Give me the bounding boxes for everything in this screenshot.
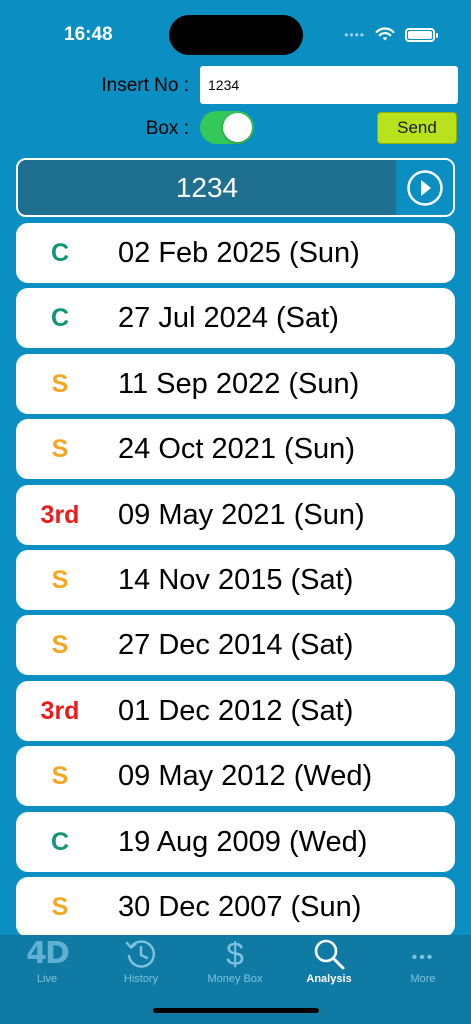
draw-date: 30 Dec 2007 (Sun)	[118, 890, 362, 923]
tab-label: History	[123, 973, 159, 985]
play-arrow-button[interactable]	[396, 160, 453, 215]
prize-code: S	[51, 631, 69, 660]
draw-date: 19 Aug 2009 (Wed)	[118, 825, 368, 858]
insert-label: Insert No :	[101, 75, 189, 96]
tab-money-box[interactable]: $ Money Box	[188, 935, 282, 995]
box-label: Box :	[145, 118, 189, 139]
status-bar: 16:48 ••••	[0, 0, 471, 64]
box-row: Box : Send	[0, 110, 471, 146]
tab-more[interactable]: ••• More	[376, 935, 470, 995]
draw-date: 14 Nov 2015 (Sat)	[118, 563, 354, 596]
toggle-knob	[223, 113, 252, 142]
list-item[interactable]: S 14 Nov 2015 (Sat)	[16, 549, 455, 610]
list-item[interactable]: C 19 Aug 2009 (Wed)	[16, 811, 455, 872]
insert-row: Insert No :	[0, 66, 471, 104]
prize-code: S	[51, 435, 69, 464]
prize-code: S	[51, 369, 69, 398]
box-toggle[interactable]	[200, 111, 254, 144]
magnifier-icon	[314, 939, 345, 970]
prize-code: S	[51, 892, 69, 921]
tab-label: Live	[36, 973, 58, 985]
4d-logo-icon: 4D	[26, 936, 70, 971]
tab-live[interactable]: 4D Live	[0, 935, 94, 995]
list-item[interactable]: C 02 Feb 2025 (Sun)	[16, 223, 455, 283]
tab-analysis[interactable]: Analysis	[282, 935, 376, 995]
tab-label: Analysis	[306, 973, 352, 985]
list-item[interactable]: 3rd 09 May 2021 (Sun)	[16, 484, 455, 545]
battery-icon	[405, 27, 438, 42]
header-number: 1234	[175, 172, 239, 203]
list-item[interactable]: 3rd 01 Dec 2012 (Sat)	[16, 680, 455, 741]
result-list[interactable]: C 02 Feb 2025 (Sun) C 27 Jul 2024 (Sat) S 11 …	[16, 223, 455, 935]
list-item[interactable]: S 24 Oct 2021 (Sun)	[16, 419, 455, 480]
prize-code: C	[50, 239, 70, 267]
dollar-icon: $	[226, 936, 244, 972]
status-icons: ••••	[344, 27, 438, 42]
tab-label: Money Box	[207, 973, 263, 985]
list-item[interactable]: S 27 Dec 2014 (Sat)	[16, 615, 455, 676]
prize-code: 3rd	[40, 696, 80, 725]
tab-label: More	[410, 973, 436, 985]
home-indicator	[153, 1008, 319, 1013]
list-item[interactable]: S 30 Dec 2007 (Sun)	[16, 876, 455, 935]
draw-date: 09 May 2012 (Wed)	[118, 760, 373, 793]
status-time: 16:48	[64, 24, 113, 45]
more-dots-icon: •••	[411, 949, 435, 966]
tab-history[interactable]: History	[94, 935, 188, 995]
list-item[interactable]: S 09 May 2012 (Wed)	[16, 746, 455, 807]
prize-code: 3rd	[40, 500, 80, 529]
draw-date: 27 Jul 2024 (Sat)	[118, 302, 339, 335]
wifi-icon	[375, 27, 395, 41]
draw-date: 27 Dec 2014 (Sat)	[118, 629, 354, 662]
dynamic-island	[169, 15, 303, 55]
prize-code: C	[50, 827, 70, 856]
send-button[interactable]: Send	[377, 112, 457, 144]
draw-date: 11 Sep 2022 (Sun)	[118, 367, 360, 400]
prize-code: C	[50, 304, 70, 333]
draw-date: 02 Feb 2025 (Sun)	[118, 237, 360, 269]
draw-date: 09 May 2021 (Sun)	[118, 498, 365, 531]
draw-date: 24 Oct 2021 (Sun)	[118, 433, 355, 466]
list-item[interactable]: C 27 Jul 2024 (Sat)	[16, 288, 455, 349]
draw-date: 01 Dec 2012 (Sat)	[118, 694, 354, 727]
prize-code: S	[51, 565, 69, 594]
insert-number-input[interactable]	[200, 66, 458, 104]
history-clock-icon	[125, 940, 156, 968]
signal-dots-icon: ••••	[344, 27, 365, 42]
prize-code: S	[51, 762, 69, 791]
list-item[interactable]: S 11 Sep 2022 (Sun)	[16, 353, 455, 414]
number-header: 1234	[16, 158, 455, 217]
play-circle-icon	[406, 169, 443, 206]
